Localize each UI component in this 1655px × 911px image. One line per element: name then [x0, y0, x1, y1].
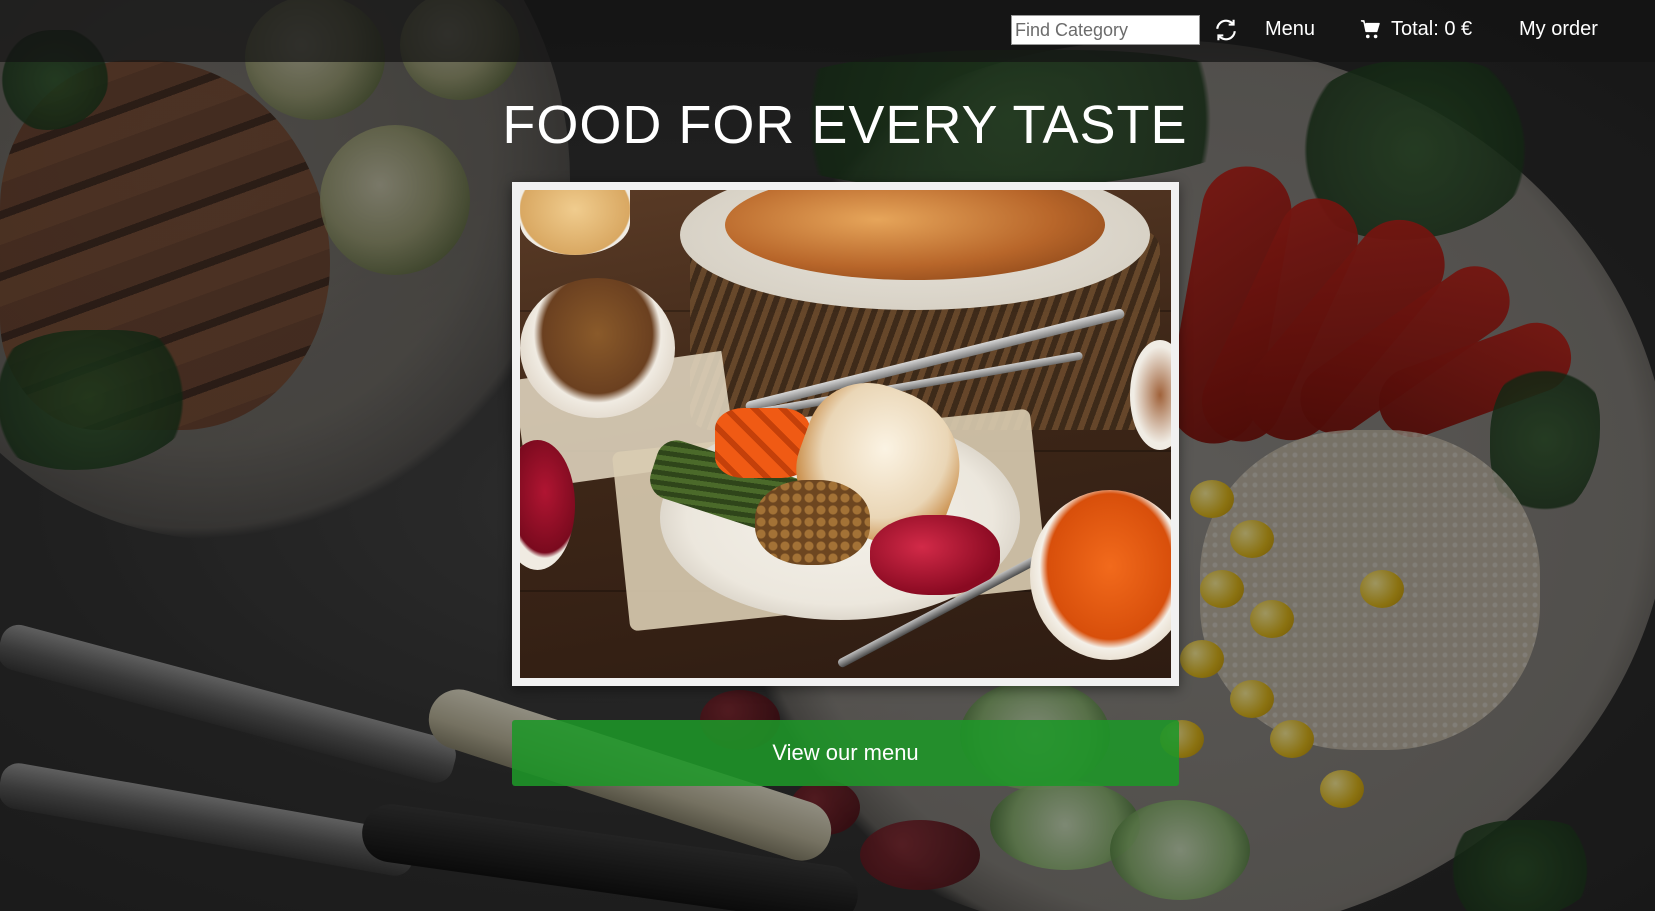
view-menu-button[interactable]: View our menu	[512, 720, 1179, 786]
refresh-icon[interactable]	[1212, 16, 1240, 44]
nav-menu-link[interactable]: Menu	[1265, 18, 1315, 41]
my-order-link[interactable]: My order	[1519, 18, 1598, 41]
cart-total-link[interactable]: Total: 0 €	[1360, 18, 1472, 41]
cart-total-label: Total: 0 €	[1391, 18, 1473, 40]
cart-icon	[1360, 19, 1380, 38]
page-title: FOOD FOR EVERY TASTE	[502, 95, 1188, 155]
hero-food-image	[520, 190, 1171, 678]
hero-image-frame	[512, 182, 1179, 686]
top-nav-bar: Menu Total: 0 € My order	[0, 0, 1655, 62]
category-search-input[interactable]	[1011, 15, 1200, 45]
